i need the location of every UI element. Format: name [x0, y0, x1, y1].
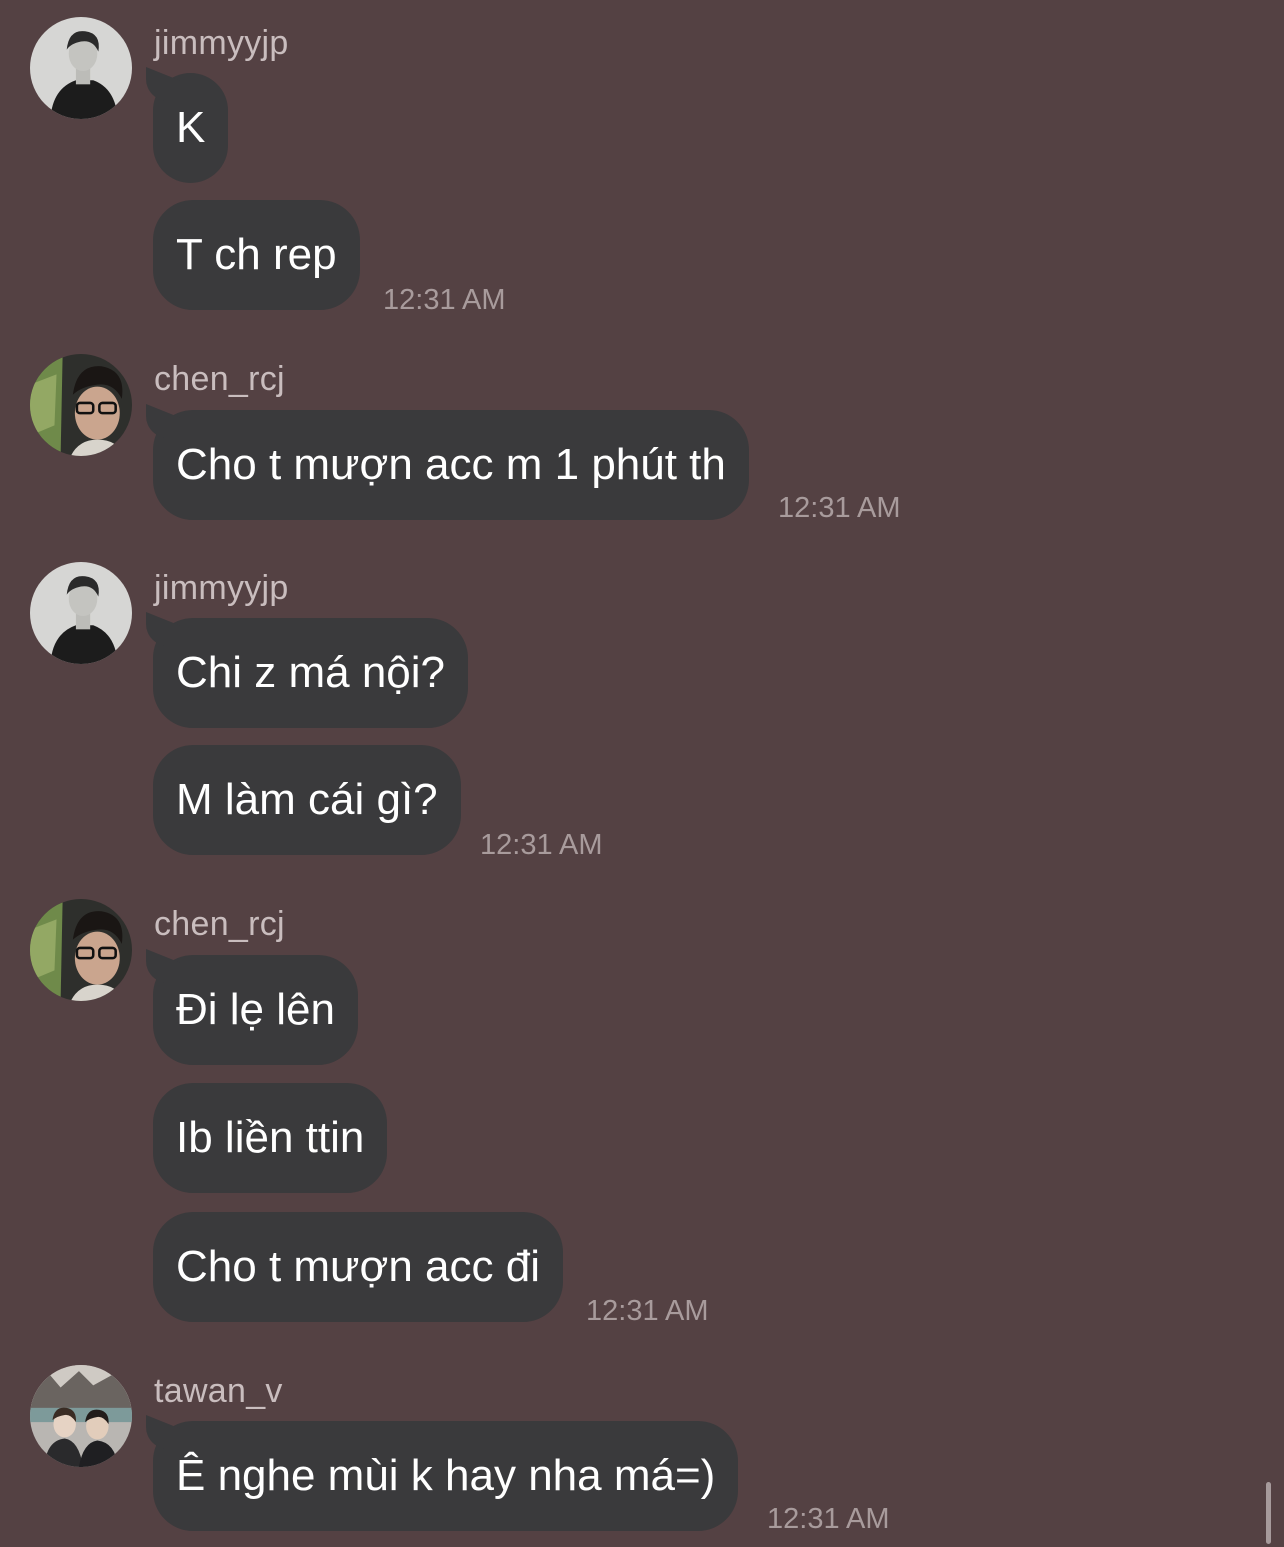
message-bubble[interactable]: Ib liền ttin [153, 1083, 388, 1193]
sender-name: chen_rcj [154, 905, 285, 943]
avatar[interactable] [30, 1365, 132, 1467]
timestamp: 12:31 AM [778, 492, 901, 524]
profile-photo-icon [30, 17, 132, 119]
message-bubble[interactable]: T ch rep [153, 200, 360, 310]
profile-photo-icon [30, 1365, 132, 1467]
message-bubble[interactable]: K [153, 73, 229, 183]
avatar[interactable] [30, 899, 132, 1001]
timestamp: 12:31 AM [383, 284, 506, 316]
timestamp: 12:31 AM [586, 1295, 709, 1327]
message-bubble[interactable]: Cho t mượn acc đi [153, 1212, 563, 1322]
sender-name: jimmyyjp [154, 569, 289, 607]
sender-name: jimmyyjp [154, 24, 289, 62]
message-bubble[interactable]: Cho t mượn acc m 1 phút th [153, 410, 749, 520]
sender-name: tawan_v [154, 1372, 283, 1410]
profile-photo-icon [30, 354, 132, 456]
avatar[interactable] [30, 17, 132, 119]
message-bubble[interactable]: M làm cái gì? [153, 745, 461, 855]
avatar[interactable] [30, 562, 132, 664]
sender-name: chen_rcj [154, 360, 285, 398]
timestamp: 12:31 AM [767, 1503, 890, 1535]
message-bubble[interactable]: Ê nghe mùi k hay nha má=) [153, 1421, 739, 1531]
timestamp: 12:31 AM [480, 829, 603, 861]
profile-photo-icon [30, 899, 132, 1001]
profile-photo-icon [30, 562, 132, 664]
message-bubble[interactable]: Đi lẹ lên [153, 955, 358, 1065]
message-bubble[interactable]: Chi z má nội? [153, 618, 469, 728]
avatar[interactable] [30, 354, 132, 456]
scrollbar[interactable] [1266, 1482, 1271, 1544]
chat-thread[interactable]: jimmyyjp K T ch rep 12:31 AM chen_rcj Ch… [0, 0, 1284, 1547]
